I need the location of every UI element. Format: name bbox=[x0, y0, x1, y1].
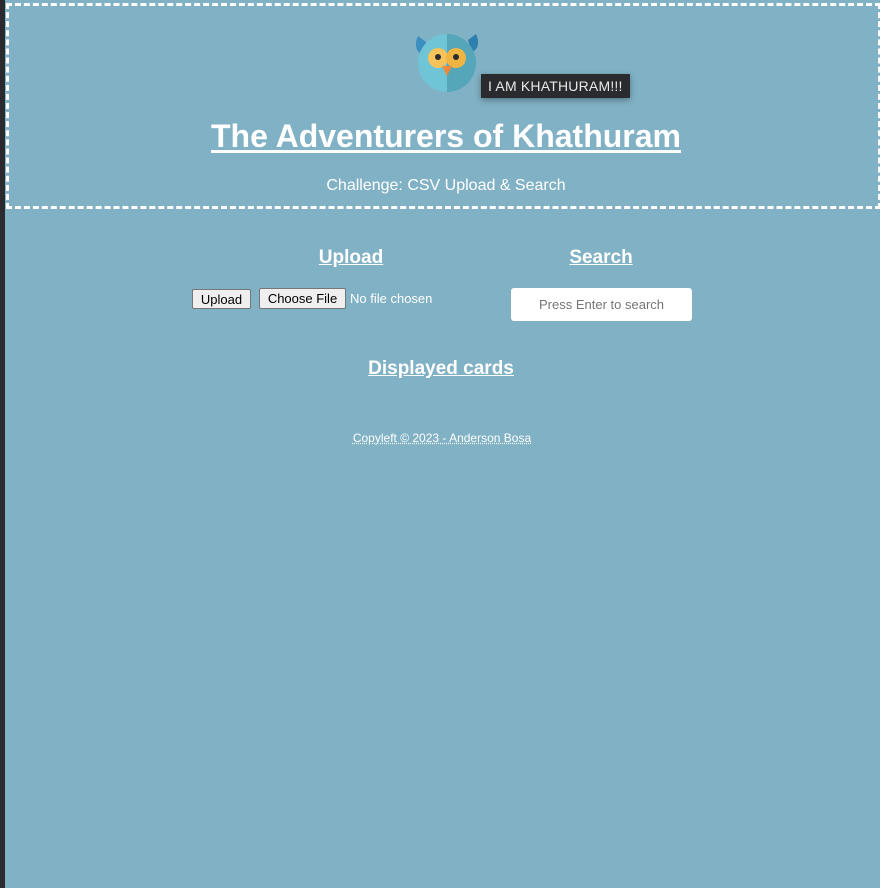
upload-button[interactable]: Upload bbox=[192, 289, 251, 309]
search-input[interactable] bbox=[511, 288, 692, 321]
owl-icon[interactable] bbox=[412, 28, 482, 92]
page-title[interactable]: The Adventurers of Khathuram bbox=[9, 116, 880, 156]
footer: Copyleft © 2023 - Anderson Bosa bbox=[5, 431, 879, 446]
page-subtitle: Challenge: CSV Upload & Search bbox=[326, 177, 566, 194]
header: I AM KHATHURAM!!! The Adventurers of Kha… bbox=[6, 3, 880, 209]
copyleft-link[interactable]: Copyleft © 2023 - Anderson Bosa bbox=[353, 431, 531, 445]
page: I AM KHATHURAM!!! The Adventurers of Kha… bbox=[5, 0, 880, 888]
file-status-text: No file chosen bbox=[350, 291, 433, 306]
upload-heading: Upload bbox=[318, 247, 384, 268]
choose-file-button[interactable]: Choose File bbox=[259, 288, 346, 309]
displayed-cards-heading: Displayed cards bbox=[368, 358, 514, 379]
search-heading: Search bbox=[569, 247, 633, 268]
owl-tooltip: I AM KHATHURAM!!! bbox=[481, 74, 630, 98]
